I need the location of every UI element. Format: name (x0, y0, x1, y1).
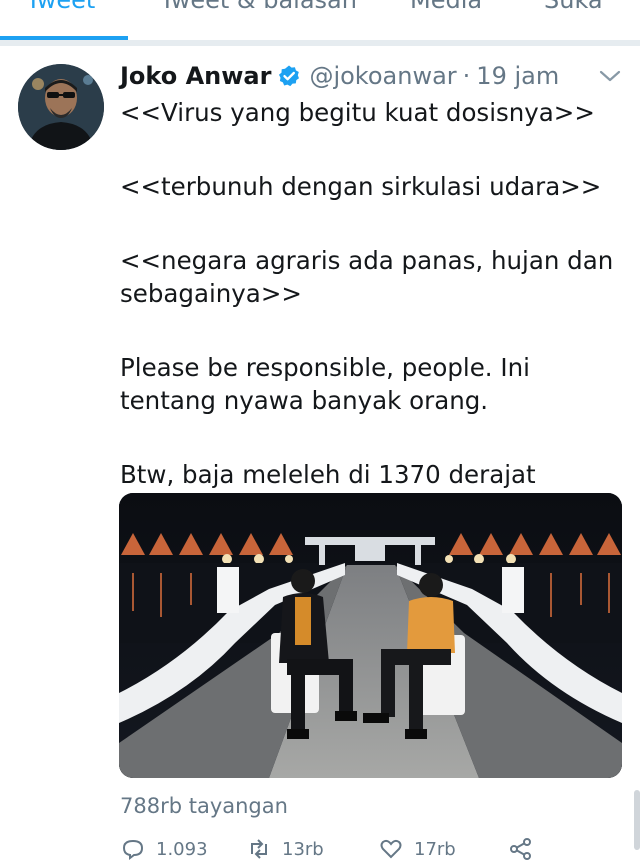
tweet-paragraph: Please be responsible, people. Ini tenta… (120, 353, 538, 415)
profile-tabs: Tweet Tweet & balasan Media Suka (0, 0, 640, 46)
reply-button[interactable]: 1.093 (120, 836, 208, 862)
header-separator: · (462, 62, 471, 90)
author-name[interactable]: Joko Anwar (120, 62, 271, 90)
tab-divider (0, 40, 640, 46)
retweet-count: 13rb (282, 838, 324, 860)
author-handle[interactable]: @jokoanwar (309, 62, 456, 90)
like-count: 17rb (414, 838, 456, 860)
scrollbar[interactable] (634, 790, 640, 850)
view-count: 788rb tayangan (120, 794, 288, 818)
tweet-actions: 1.093 13rb 17rb (120, 836, 640, 866)
reply-icon (122, 839, 144, 860)
tweet-header: Joko Anwar @jokoanwar · 19 jam (120, 58, 559, 94)
tab-tweet-and-replies[interactable]: Tweet & balasan (160, 0, 357, 26)
share-icon (510, 838, 531, 860)
like-icon (380, 839, 402, 859)
tweet-media-image[interactable] (119, 493, 622, 778)
tab-tweet[interactable]: Tweet (26, 0, 95, 26)
tweet-timestamp[interactable]: 19 jam (476, 62, 559, 90)
tweet-paragraph: <<terbunuh dengan sirkulasi udara>> (120, 172, 602, 201)
chevron-down-icon[interactable] (596, 64, 624, 88)
tweet-paragraph: <<Virus yang begitu kuat dosisnya>> (120, 98, 595, 127)
reply-count: 1.093 (156, 838, 208, 860)
retweet-button[interactable]: 13rb (246, 836, 324, 862)
share-button[interactable] (508, 836, 534, 862)
verified-badge-icon (279, 65, 300, 87)
like-button[interactable]: 17rb (378, 836, 456, 862)
tweet-paragraph: <<negara agraris ada panas, hujan dan se… (120, 246, 622, 308)
tab-likes[interactable]: Suka (544, 0, 603, 26)
tab-media[interactable]: Media (410, 0, 482, 26)
retweet-icon (251, 839, 267, 859)
avatar[interactable] (18, 64, 104, 150)
